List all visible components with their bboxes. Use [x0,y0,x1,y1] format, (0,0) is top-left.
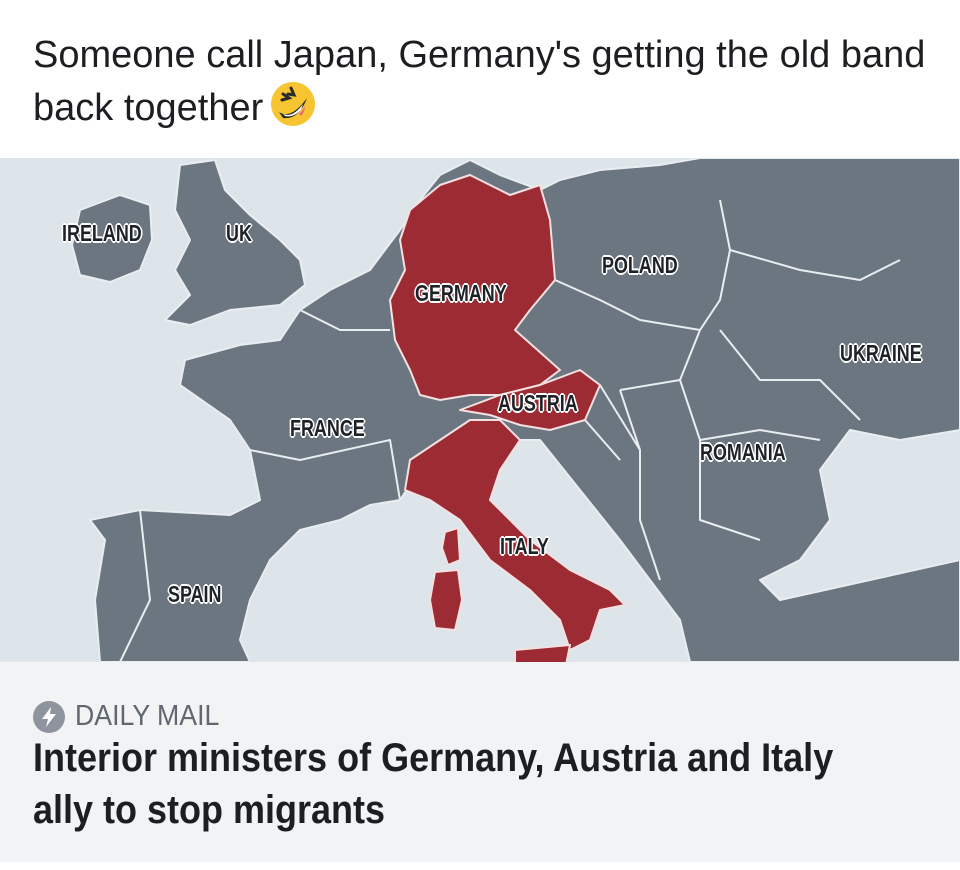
europe-map: IRELAND UK GERMANY POLAND UKRAINE AUSTRI… [0,158,960,662]
sicily-shape [514,644,571,662]
caption-text: Someone call Japan, Germany's getting th… [33,34,926,129]
map-graphic [71,158,960,662]
post-caption: Someone call Japan, Germany's getting th… [33,30,943,141]
label-italy: ITALY [500,533,549,559]
divider [0,862,960,870]
label-austria: AUSTRIA [498,390,578,416]
label-spain: SPAIN [168,581,222,607]
laughing-emoji-icon [269,80,317,141]
label-ireland: IRELAND [62,220,142,246]
link-source: DAILY MAIL [33,700,232,733]
source-name: DAILY MAIL [75,700,220,732]
label-romania: ROMANIA [700,439,786,465]
label-uk: UK [226,220,252,246]
label-france: FRANCE [290,415,365,441]
link-preview[interactable]: DAILY MAIL Interior ministers of Germany… [0,662,960,862]
label-germany: GERMANY [415,280,507,306]
sardinia-shape [429,569,463,631]
label-poland: POLAND [602,252,678,278]
lightning-bolt-icon [33,700,65,733]
label-ukraine: UKRAINE [840,340,922,366]
link-headline[interactable]: Interior ministers of Germany, Austria a… [33,732,843,836]
corsica-shape [441,527,461,566]
